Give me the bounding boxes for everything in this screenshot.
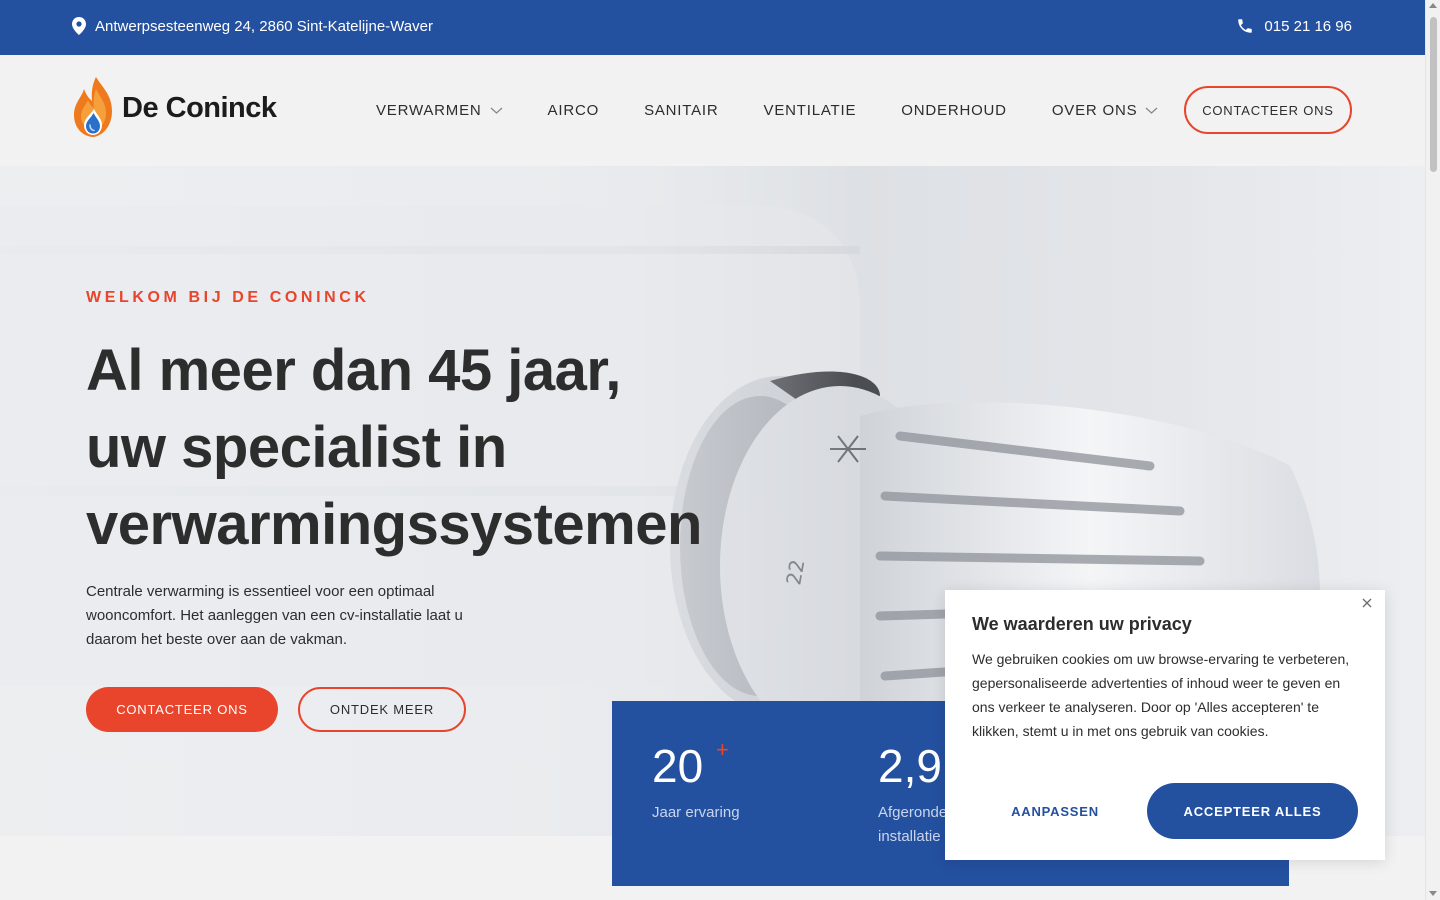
- page-scrollbar[interactable]: [1425, 0, 1440, 900]
- cookie-accept-all-button[interactable]: ACCEPTEER ALLES: [1147, 783, 1358, 839]
- scroll-down-arrow-icon[interactable]: [1429, 891, 1437, 896]
- stat-experience: 20 + Jaar ervaring: [652, 737, 740, 825]
- logo[interactable]: De Coninck: [72, 75, 277, 141]
- nav-item-label: OVER ONS: [1051, 102, 1138, 119]
- scroll-up-arrow-icon[interactable]: [1429, 3, 1437, 8]
- nav-item-over-ons[interactable]: OVER ONS: [1052, 102, 1159, 119]
- hero-intro: Centrale verwarming is essentieel voor e…: [86, 583, 463, 648]
- site-header: De Coninck VERWARMEN AIRCO SANITAIR VENT…: [0, 55, 1425, 166]
- hero-headline: Al meer dan 45 jaar, uw specialist in ve…: [86, 332, 786, 563]
- hero-eyebrow: WELKOM BIJ DE CONINCK: [86, 289, 370, 306]
- nav-item-label: VENTILATIE: [763, 102, 857, 119]
- nav-item-label: VERWARMEN: [376, 102, 482, 119]
- stat-label: Jaar ervaring: [652, 804, 740, 821]
- flame-drop-logo-icon: [74, 77, 112, 137]
- nav-item-sanitair[interactable]: SANITAIR: [644, 102, 718, 119]
- nav-item-label: AIRCO: [547, 102, 600, 119]
- hero-discover-button[interactable]: ONTDEK MEER: [298, 687, 466, 732]
- nav-item-ventilatie[interactable]: VENTILATIE: [764, 102, 857, 119]
- address-text: Antwerpsesteenweg 24, 2860 Sint-Katelijn…: [95, 17, 433, 35]
- cookie-text: We gebruiken cookies om uw browse-ervari…: [972, 651, 1350, 739]
- main-nav: VERWARMEN AIRCO SANITAIR VENTILATIE ONDE…: [376, 55, 1203, 166]
- hero-contact-button[interactable]: CONTACTEER ONS: [86, 687, 278, 732]
- address[interactable]: Antwerpsesteenweg 24, 2860 Sint-Katelijn…: [72, 17, 433, 35]
- phone-link[interactable]: 015 21 16 96: [1236, 17, 1352, 35]
- cookie-banner: We waarderen uw privacy We gebruiken coo…: [945, 590, 1385, 860]
- top-bar: Antwerpsesteenweg 24, 2860 Sint-Katelijn…: [0, 0, 1425, 55]
- headline-line: verwarmingssystemen: [86, 492, 702, 557]
- header-contact-button[interactable]: CONTACTEER ONS: [1184, 86, 1352, 134]
- chevron-down-icon: [490, 107, 502, 114]
- nav-item-airco[interactable]: AIRCO: [548, 102, 600, 119]
- phone-number: 015 21 16 96: [1264, 17, 1352, 35]
- nav-item-verwarmen[interactable]: VERWARMEN: [376, 102, 503, 119]
- stat-plus: +: [716, 737, 729, 762]
- map-pin-icon: [72, 17, 86, 35]
- headline-line: Al meer dan 45 jaar,: [86, 338, 621, 403]
- close-icon[interactable]: [1360, 596, 1374, 610]
- nav-item-label: ONDERHOUD: [901, 102, 1007, 119]
- cookie-customize-button[interactable]: AANPASSEN: [972, 783, 1138, 839]
- headline-line: uw specialist in: [86, 415, 507, 480]
- cookie-title: We waarderen uw privacy: [972, 614, 1192, 634]
- phone-icon: [1238, 19, 1253, 33]
- scrollbar-thumb[interactable]: [1430, 17, 1437, 172]
- nav-item-label: SANITAIR: [644, 102, 719, 119]
- logo-text: De Coninck: [122, 91, 277, 124]
- nav-item-onderhoud[interactable]: ONDERHOUD: [901, 102, 1007, 119]
- chevron-down-icon: [1145, 107, 1158, 114]
